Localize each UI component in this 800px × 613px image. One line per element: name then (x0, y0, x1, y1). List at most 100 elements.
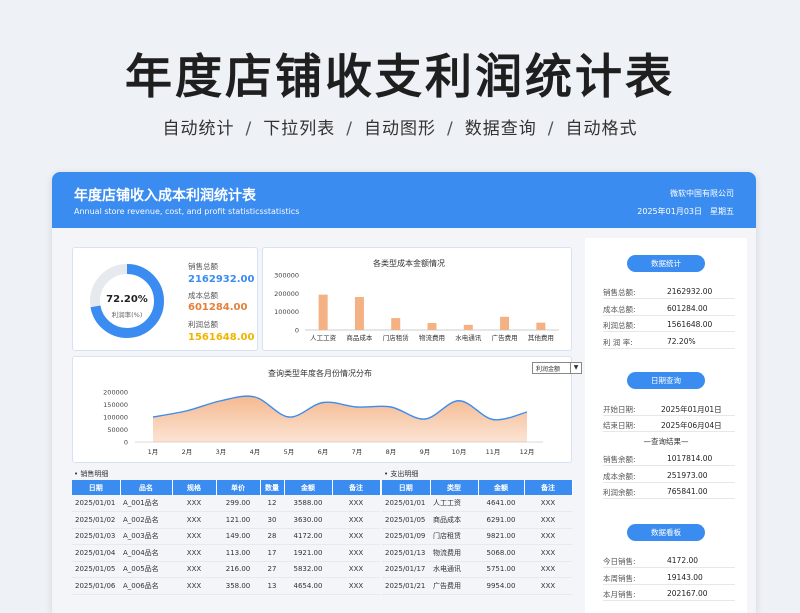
sales-cell[interactable]: 3630.00 (284, 511, 332, 529)
sales-cell[interactable]: 1921.00 (284, 544, 332, 562)
sales-cell[interactable]: XXX (332, 511, 380, 529)
table-row[interactable]: 2025/01/01 A_001品名 XXX 299.00 12 3588.00 XXX (72, 495, 380, 512)
expense-cell[interactable]: 2025/01/05 (382, 511, 430, 529)
expense-cell[interactable]: XXX (524, 561, 572, 578)
sales-header-cell[interactable]: 备注 (332, 480, 381, 495)
sales-cell[interactable]: 28 (260, 528, 284, 545)
sales-cell[interactable]: 121.00 (216, 511, 260, 529)
sales-cell[interactable]: 2025/01/02 (72, 511, 120, 529)
sales-cell[interactable]: A_001品名 (120, 495, 172, 512)
sales-cell[interactable]: 113.00 (216, 544, 260, 562)
table-row[interactable]: 2025/01/01 人工工资 4641.00 XXX (382, 495, 572, 512)
expense-cell[interactable]: 6291.00 (478, 511, 524, 529)
expense-cell[interactable]: 5068.00 (478, 544, 524, 562)
date-query-pill[interactable]: 日期查询 (627, 372, 705, 389)
expense-cell[interactable]: 物流费用 (430, 544, 478, 562)
sales-cell[interactable]: XXX (172, 561, 216, 578)
sales-header-cell[interactable]: 品名 (120, 480, 173, 495)
sales-cell[interactable]: 27 (260, 561, 284, 578)
sales-cell[interactable]: 149.00 (216, 528, 260, 545)
table-row[interactable]: 2025/01/05 A_005品名 XXX 216.00 27 5832.00 XXX (72, 561, 380, 578)
stats-title-pill[interactable]: 数据统计 (627, 255, 705, 272)
expense-cell[interactable]: XXX (524, 544, 572, 562)
sales-cell[interactable]: 17 (260, 544, 284, 562)
sales-cell[interactable]: 4172.00 (284, 528, 332, 545)
sales-header-cell[interactable]: 规格 (172, 480, 217, 495)
sales-cell[interactable]: 12 (260, 495, 284, 512)
query-start-value[interactable]: 2025年01月01日 (661, 404, 722, 415)
query-end-value[interactable]: 2025年06月04日 (661, 420, 722, 431)
sales-cell[interactable]: A_004品名 (120, 544, 172, 562)
table-row[interactable]: 2025/01/06 A_006品名 XXX 358.00 13 4654.00 XXX (72, 577, 380, 595)
expense-cell[interactable]: XXX (524, 528, 572, 545)
expense-cell[interactable]: 2025/01/21 (382, 577, 430, 595)
expense-cell[interactable]: 4641.00 (478, 495, 524, 512)
table-row[interactable]: 2025/01/09 门店租赁 9821.00 XXX (382, 528, 572, 545)
sales-cell[interactable]: 13 (260, 577, 284, 595)
sales-cell[interactable]: 4654.00 (284, 577, 332, 595)
sales-cell[interactable]: XXX (172, 528, 216, 545)
sales-cell[interactable]: XXX (332, 544, 380, 562)
sales-cell[interactable]: 358.00 (216, 577, 260, 595)
sales-cell[interactable]: 299.00 (216, 495, 260, 512)
sales-cell[interactable]: XXX (172, 511, 216, 529)
sales-header-cell[interactable]: 金额 (284, 480, 333, 495)
expense-header-cell[interactable]: 备注 (524, 480, 573, 495)
sales-cell[interactable]: A_003品名 (120, 528, 172, 545)
sales-header-cell[interactable]: 日期 (72, 480, 121, 495)
sales-cell[interactable]: XXX (172, 544, 216, 562)
monthly-area-chart: 200000 150000 100000 50000 0 1月 2月 3月 4月 5月 6月 7月 8月… (103, 389, 543, 456)
sales-cell[interactable]: XXX (332, 495, 380, 512)
expense-header-cell[interactable]: 类型 (430, 480, 479, 495)
separator: / (245, 119, 253, 139)
sales-cell[interactable]: 2025/01/03 (72, 528, 120, 545)
table-row[interactable]: 2025/01/04 A_004品名 XXX 113.00 17 1921.00 XXX (72, 544, 380, 562)
query-end-row[interactable]: 结束日期: 2025年06月04日 (603, 417, 735, 432)
dashboard-pill[interactable]: 数据看板 (627, 524, 705, 541)
sales-cell[interactable]: XXX (172, 495, 216, 512)
expense-cell[interactable]: XXX (524, 495, 572, 512)
expense-cell[interactable]: 9821.00 (478, 528, 524, 545)
expense-cell[interactable]: 2025/01/17 (382, 561, 430, 578)
sales-cell[interactable]: A_005品名 (120, 561, 172, 578)
sales-cell[interactable]: 216.00 (216, 561, 260, 578)
table-row[interactable]: 2025/01/17 水电通讯 5751.00 XXX (382, 561, 572, 578)
table-row[interactable]: 2025/01/13 物流费用 5068.00 XXX (382, 544, 572, 562)
table-row[interactable]: 2025/01/05 商品成本 6291.00 XXX (382, 511, 572, 529)
sales-cell[interactable]: XXX (332, 577, 380, 595)
expense-cell[interactable]: 人工工资 (430, 495, 478, 512)
chevron-down-icon[interactable]: ▼ (570, 363, 581, 373)
sales-cell[interactable]: 2025/01/04 (72, 544, 120, 562)
sales-cell[interactable]: XXX (332, 528, 380, 545)
sales-cell[interactable]: 3588.00 (284, 495, 332, 512)
sales-cell[interactable]: 30 (260, 511, 284, 529)
sales-cell[interactable]: 5832.00 (284, 561, 332, 578)
expense-cell[interactable]: 9954.00 (478, 577, 524, 595)
query-start-row[interactable]: 开始日期: 2025年01月01日 (603, 401, 735, 416)
sales-header-cell[interactable]: 单价 (216, 480, 261, 495)
sales-cell[interactable]: A_002品名 (120, 511, 172, 529)
sales-cell[interactable]: A_006品名 (120, 577, 172, 595)
expense-cell[interactable]: 2025/01/01 (382, 495, 430, 512)
sales-cell[interactable]: 2025/01/06 (72, 577, 120, 595)
expense-cell[interactable]: 商品成本 (430, 511, 478, 529)
expense-cell[interactable]: 5751.00 (478, 561, 524, 578)
expense-header-cell[interactable]: 金额 (478, 480, 525, 495)
expense-cell[interactable]: XXX (524, 577, 572, 595)
sales-cell[interactable]: 2025/01/05 (72, 561, 120, 578)
expense-cell[interactable]: 广告费用 (430, 577, 478, 595)
sales-cell[interactable]: XXX (332, 561, 380, 578)
expense-cell[interactable]: 水电通讯 (430, 561, 478, 578)
table-row[interactable]: 2025/01/02 A_002品名 XXX 121.00 30 3630.00 XXX (72, 511, 380, 529)
sales-header-cell[interactable]: 数量 (260, 480, 285, 495)
expense-cell[interactable]: XXX (524, 511, 572, 529)
sales-cell[interactable]: 2025/01/01 (72, 495, 120, 512)
table-row[interactable]: 2025/01/03 A_003品名 XXX 149.00 28 4172.00 XXX (72, 528, 380, 545)
expense-header-cell[interactable]: 日期 (382, 480, 431, 495)
expense-cell[interactable]: 2025/01/09 (382, 528, 430, 545)
expense-cell[interactable]: 2025/01/13 (382, 544, 430, 562)
table-row[interactable]: 2025/01/21 广告费用 9954.00 XXX (382, 577, 572, 595)
weekday-text: 星期五 (710, 207, 734, 216)
expense-cell[interactable]: 门店租赁 (430, 528, 478, 545)
sales-cell[interactable]: XXX (172, 577, 216, 595)
